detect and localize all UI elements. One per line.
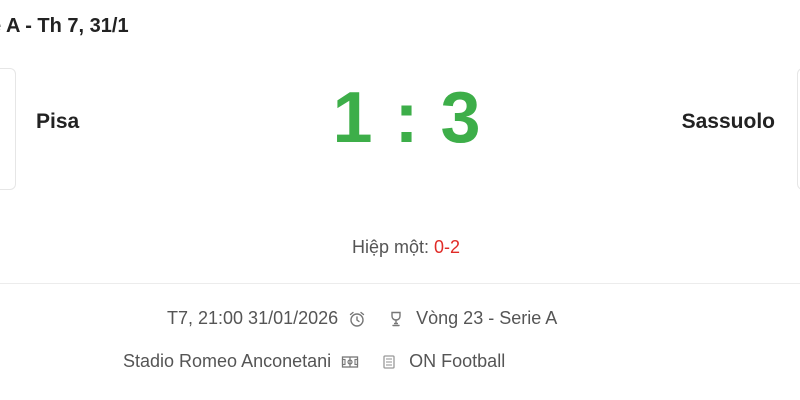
match-page: e A - Th 7, 31/1 Pisa 1 : 3 Sassuolo Hiệ… (0, 0, 800, 400)
away-score: 3 (440, 78, 482, 158)
score-separator: : (394, 78, 420, 158)
scoreboard: 1 : 3 (0, 76, 800, 160)
match-stadium: Stadio Romeo Anconetani (123, 351, 332, 371)
match-title: e A - Th 7, 31/1 (0, 15, 129, 37)
away-team-name[interactable]: Sassuolo (682, 110, 775, 134)
halftime-label: Hiệp một: (351, 237, 429, 257)
home-score: 1 (332, 78, 374, 158)
match-info-row-venue-tv: Stadio Romeo Anconetani ON Football (123, 351, 505, 372)
match-round[interactable]: Vòng 23 - Serie A (416, 308, 557, 329)
halftime-score: 0-2 (434, 237, 461, 257)
match-datetime: T7, 21:00 31/01/2026 (167, 308, 339, 328)
divider (0, 283, 800, 284)
alarm-clock-icon (348, 310, 366, 328)
stadium-icon (341, 353, 359, 371)
match-broadcaster[interactable]: ON Football (409, 351, 505, 372)
tv-icon (380, 353, 398, 371)
trophy-icon (387, 310, 405, 328)
match-info-row-time-round: T7, 21:00 31/01/2026 Vòng 23 - Serie A (167, 308, 557, 329)
halftime-result: Hiệp một: 0-2 (0, 237, 800, 258)
